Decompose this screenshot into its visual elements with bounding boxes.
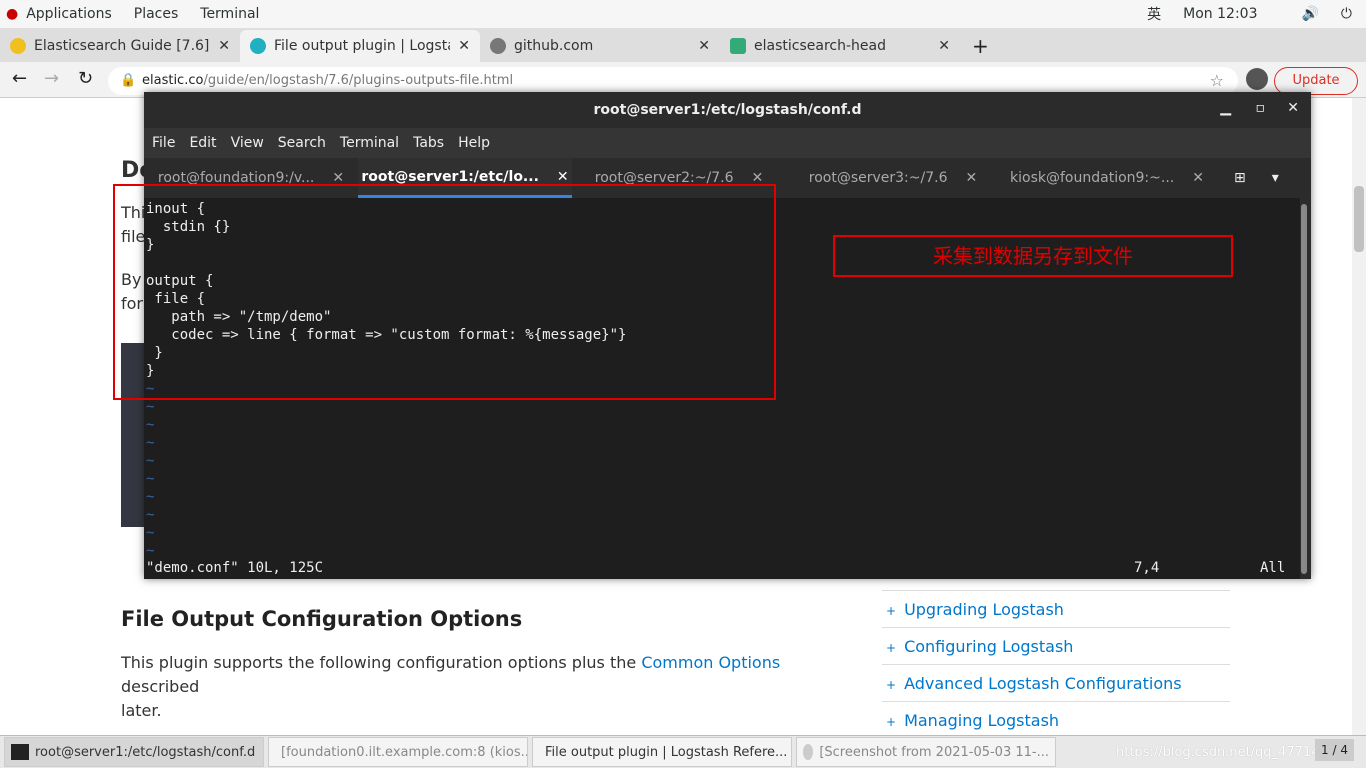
new-tab-button[interactable]: + — [960, 30, 1001, 62]
menu-terminal[interactable]: Terminal — [340, 135, 399, 151]
update-button[interactable]: Update — [1274, 67, 1358, 95]
annotation-box: 采集到数据另存到文件 — [833, 235, 1233, 277]
elastic-icon — [250, 38, 266, 54]
maximize-icon[interactable]: ▫ — [1256, 100, 1266, 116]
browser-tabstrip: Elasticsearch Guide [7.6] | ✕ File output… — [0, 28, 1366, 62]
sidebar-item[interactable]: + Configuring Logstash — [882, 627, 1230, 664]
browser-tab[interactable]: elasticsearch-head ✕ — [720, 30, 960, 62]
back-icon[interactable]: ← — [12, 68, 27, 89]
new-tab-icon[interactable]: ⊞ — [1234, 158, 1246, 198]
globe-icon — [490, 38, 506, 54]
section-paragraph: This plugin supports the following confi… — [121, 653, 781, 720]
terminal-tab[interactable]: root@server3:~/7.6 ✕ — [786, 158, 1000, 198]
applications-menu[interactable]: Applications — [26, 6, 112, 22]
browser-tab[interactable]: Elasticsearch Guide [7.6] | ✕ — [0, 30, 240, 62]
watermark: https://blog.csdn.net/qq_47714288 — [1116, 744, 1345, 760]
minimize-icon[interactable]: ▁ — [1220, 100, 1231, 116]
empty-line-tilde: ~ — [146, 525, 155, 541]
empty-line-tilde: ~ — [146, 489, 155, 505]
sidebar-item[interactable]: + Advanced Logstash Configurations — [882, 664, 1230, 701]
places-menu[interactable]: Places — [134, 6, 179, 22]
close-icon[interactable]: ✕ — [966, 170, 978, 186]
menu-file[interactable]: File — [152, 135, 175, 151]
terminal-app-menu[interactable]: Terminal — [200, 6, 259, 22]
highlight-box — [113, 184, 776, 400]
empty-line-tilde: ~ — [146, 417, 155, 433]
taskbar: root@server1:/etc/logstash/conf.d [found… — [0, 735, 1366, 768]
chevron-down-icon[interactable]: ▾ — [1272, 158, 1279, 198]
close-icon[interactable]: ✕ — [698, 38, 710, 54]
empty-line-tilde: ~ — [146, 507, 155, 523]
input-method[interactable]: 英 — [1147, 4, 1161, 24]
url-input[interactable]: 🔒 elastic.co/guide/en/logstash/7.6/plugin… — [108, 67, 1238, 95]
clock[interactable]: Mon 12:03 — [1183, 6, 1257, 22]
plus-icon: + — [886, 678, 897, 692]
forward-icon[interactable]: → — [44, 68, 59, 89]
close-icon[interactable]: ✕ — [1192, 170, 1204, 186]
browser-tab-active[interactable]: File output plugin | Logstash✕ — [240, 30, 480, 62]
empty-line-tilde: ~ — [146, 471, 155, 487]
close-icon[interactable]: ✕ — [218, 38, 230, 54]
sidebar-item[interactable]: + Upgrading Logstash — [882, 590, 1230, 627]
menu-view[interactable]: View — [231, 135, 264, 151]
sidebar-item[interactable]: + Managing Logstash — [882, 701, 1230, 738]
menu-edit[interactable]: Edit — [189, 135, 216, 151]
page-scrollbar[interactable] — [1352, 98, 1366, 735]
close-icon[interactable]: ✕ — [458, 38, 470, 54]
system-top-bar: ● Applications Places Terminal 英 Mon 12:… — [0, 0, 1366, 28]
browser-tab[interactable]: github.com ✕ — [480, 30, 720, 62]
redhat-icon: ● — [6, 6, 19, 22]
vim-status-line: "demo.conf" 10L, 125C 7,4 All — [146, 560, 1286, 576]
taskbar-item[interactable]: [foundation0.ilt.example.com:8 (kios... — [268, 737, 528, 767]
empty-line-tilde: ~ — [146, 453, 155, 469]
power-icon[interactable]: ⏻ — [1341, 6, 1352, 22]
workspace-switcher[interactable]: 1 / 4 — [1315, 739, 1354, 761]
volume-icon[interactable]: 🔊 — [1301, 6, 1318, 22]
elasticsearch-head-icon — [730, 38, 746, 54]
image-viewer-icon — [803, 744, 814, 760]
empty-line-tilde: ~ — [146, 435, 155, 451]
terminal-icon — [11, 744, 29, 760]
reload-icon[interactable]: ↻ — [78, 68, 93, 89]
terminal-scrollbar[interactable] — [1301, 204, 1307, 574]
plus-icon: + — [886, 715, 897, 729]
section-heading: File Output Configuration Options — [121, 607, 523, 631]
taskbar-item[interactable]: File output plugin | Logstash Refere... — [532, 737, 792, 767]
taskbar-item[interactable]: root@server1:/etc/logstash/conf.d — [4, 737, 264, 767]
empty-line-tilde: ~ — [146, 543, 155, 559]
profile-icon[interactable] — [1246, 68, 1268, 90]
plus-icon: + — [886, 604, 897, 618]
empty-line-tilde: ~ — [146, 399, 155, 415]
terminal-title: root@server1:/etc/logstash/conf.d — [144, 92, 1311, 128]
plus-icon: + — [886, 641, 897, 655]
taskbar-item[interactable]: [Screenshot from 2021-05-03 11-... — [796, 737, 1056, 767]
lock-icon: 🔒 — [120, 73, 137, 88]
menu-tabs[interactable]: Tabs — [413, 135, 444, 151]
elastic-icon — [10, 38, 26, 54]
close-icon[interactable]: ✕ — [938, 38, 950, 54]
menu-help[interactable]: Help — [458, 135, 490, 151]
terminal-menubar: File Edit View Search Terminal Tabs Help — [144, 128, 1311, 158]
common-options-link[interactable]: Common Options — [641, 653, 780, 672]
star-icon[interactable]: ☆ — [1210, 67, 1224, 95]
close-icon[interactable]: ✕ — [1287, 100, 1299, 116]
close-icon[interactable]: ✕ — [557, 169, 569, 185]
menu-search[interactable]: Search — [278, 135, 326, 151]
terminal-tab[interactable]: kiosk@foundation9:~... ✕ — [1000, 158, 1214, 198]
